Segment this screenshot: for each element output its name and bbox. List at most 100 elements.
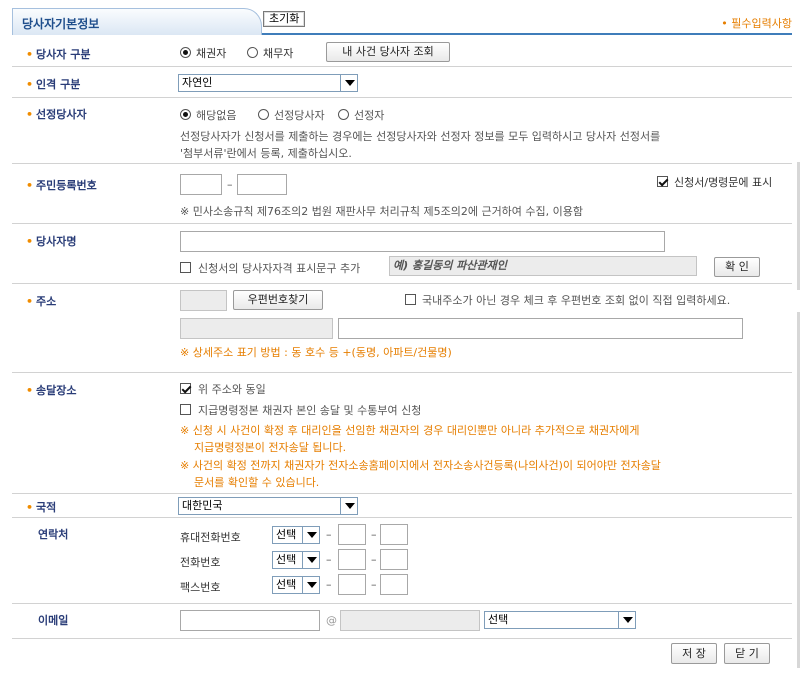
show-on-document-check[interactable] [657,176,668,187]
header-tab-bar: 당사자기본정보 초기화 • 필수입력사항 [12,8,792,35]
radio-appointer-label: 선정자 [354,109,385,122]
radio-creditor-label: 채권자 [196,47,227,60]
qualifier-input[interactable]: 예) 홍길동의 파산관재인 [389,256,697,276]
same-address-checkbox[interactable] [180,382,191,395]
fax-prefix-value: 선택 [276,578,297,591]
chevron-down-icon[interactable] [618,612,635,628]
delivery-note2-line2: 문서를 확인할 수 있습니다. [194,476,320,489]
qualifier-example: 예) 홍길동의 파산관재인 [393,259,507,272]
resident-number-label: • 주민등록번호 [26,179,97,192]
required-bullet: • [26,501,34,514]
phone-prefix-select[interactable]: 선택 [272,551,320,569]
save-button[interactable]: 저 장 [671,643,717,664]
overseas-address-checkbox[interactable] [405,293,416,306]
mobile-label: 휴대전화번호 [180,531,241,544]
chevron-down-icon[interactable] [302,552,319,568]
phone-middle-input[interactable] [338,549,366,570]
nationality-label: • 국적 [26,501,57,514]
party-type-label: • 당사자 구분 [26,48,91,61]
address-main-input[interactable] [180,318,333,339]
qualifier-checkbox[interactable] [180,261,191,274]
radio-none-circle[interactable] [180,109,191,120]
required-note: • 필수입력사항 [721,17,792,30]
email-domain-input[interactable] [340,610,480,631]
lookup-party-button[interactable]: 내 사건 당사자 조회 [326,42,450,62]
address-detail-input[interactable] [338,318,743,339]
delivery-note1-line2: 지급명령정본이 전자송달 됩니다. [194,441,347,454]
radio-debtor[interactable] [247,46,258,59]
required-bullet: • [26,108,34,121]
radio-creditor[interactable] [180,46,191,59]
row-person-type: • 인격 구분 자연인 [12,67,792,98]
mobile-middle-input[interactable] [338,524,366,545]
email-id-input[interactable] [180,610,320,631]
fax-last-input[interactable] [380,574,408,595]
row-address: • 주소 우편번호찾기 국내주소가 아닌 경우 체크 후 우편번호 조회 없이 직… [12,284,792,373]
mobile-prefix-select[interactable]: 선택 [272,526,320,544]
confirm-button[interactable]: 확 인 [714,257,760,277]
overseas-address-label: 국내주소가 아닌 경우 체크 후 우편번호 조회 없이 직접 입력하세요. [422,294,731,307]
mobile-prefix-value: 선택 [276,528,297,541]
row-email: 이메일 @ 선택 [12,604,792,639]
chevron-down-icon[interactable] [340,498,357,514]
show-on-document-checkbox[interactable] [657,175,668,188]
chevron-down-icon[interactable] [340,75,357,91]
fax-prefix-select[interactable]: 선택 [272,576,320,594]
radio-none-label: 해당없음 [196,109,237,122]
radio-none[interactable] [180,108,191,121]
radio-appointed-circle[interactable] [258,109,269,120]
row-party-type: • 당사자 구분 채권자 채무자 내 사건 당사자 조회 [12,37,792,67]
same-address-check[interactable] [180,383,191,394]
chevron-down-icon[interactable] [302,527,319,543]
row-delivery: • 송달장소 위 주소와 동일 지급명령정본 채권자 본인 송달 및 수통부여 신… [12,373,792,494]
qualifier-check[interactable] [180,262,191,273]
close-button[interactable]: 닫 기 [724,643,770,664]
fax-middle-input[interactable] [338,574,366,595]
self-delivery-label: 지급명령정본 채권자 본인 송달 및 수통부여 신청 [198,404,422,417]
delivery-note1-line1: ※ 신청 시 사건이 확정 후 대리인을 선임한 채권자의 경우 대리인뿐만 아… [180,424,640,437]
chevron-down-icon[interactable] [302,577,319,593]
address-label: • 주소 [26,295,57,308]
postcode-search-button[interactable]: 우편번호찾기 [233,290,323,310]
tab-party-basic-info[interactable]: 당사자기본정보 [12,8,262,35]
phone-last-input[interactable] [380,549,408,570]
phone-label: 전화번호 [180,556,221,569]
dash: – [371,553,377,566]
phone-prefix-value: 선택 [276,553,297,566]
qualifier-label: 신청서의 당사자자격 표시문구 추가 [198,262,361,275]
required-bullet: • [26,384,34,397]
radio-debtor-circle[interactable] [247,47,258,58]
row-contact: 연락처 휴대전화번호 선택 – – 전화번호 선택 – – 팩스번호 선택 – … [12,518,792,604]
tab-title: 당사자기본정보 [22,17,100,31]
resident-number-notice: ※ 민사소송규칙 제76조의2 법원 재판사무 처리규칙 제5조의2에 근거하여… [180,205,584,218]
dash: – [371,528,377,541]
person-type-value: 자연인 [182,76,213,89]
required-bullet: • [26,48,34,61]
person-type-select[interactable]: 자연인 [178,74,358,92]
same-address-label: 위 주소와 동일 [198,383,266,396]
self-delivery-check[interactable] [180,404,191,415]
required-bullet: • [26,295,34,308]
postcode-input[interactable] [180,290,227,311]
self-delivery-checkbox[interactable] [180,403,191,416]
mobile-last-input[interactable] [380,524,408,545]
row-resident-number: • 주민등록번호 – 신청서/명령문에 표시 ※ 민사소송규칙 제76조의2 법원… [12,164,792,224]
dash: – [326,553,332,566]
overseas-address-check[interactable] [405,294,416,305]
party-name-input[interactable] [180,231,665,252]
person-type-label: • 인격 구분 [26,78,81,91]
nationality-value: 대한민국 [182,499,223,512]
resident-number-back-input[interactable] [237,174,287,195]
radio-appointer[interactable] [338,108,349,121]
radio-appointed-label: 선정당사자 [274,109,325,122]
radio-debtor-label: 채무자 [263,47,294,60]
row-nationality: • 국적 대한민국 [12,494,792,518]
radio-appointed[interactable] [258,108,269,121]
email-domain-select[interactable]: 선택 [484,611,636,629]
radio-appointer-circle[interactable] [338,109,349,120]
nationality-select[interactable]: 대한민국 [178,497,358,515]
reset-button[interactable]: 초기화 [263,11,306,27]
radio-creditor-circle[interactable] [180,47,191,58]
address-format-note: ※ 상세주소 표기 방법 : 동 호수 등 +(동명, 아파트/건물명) [180,346,452,359]
resident-number-front-input[interactable] [180,174,222,195]
